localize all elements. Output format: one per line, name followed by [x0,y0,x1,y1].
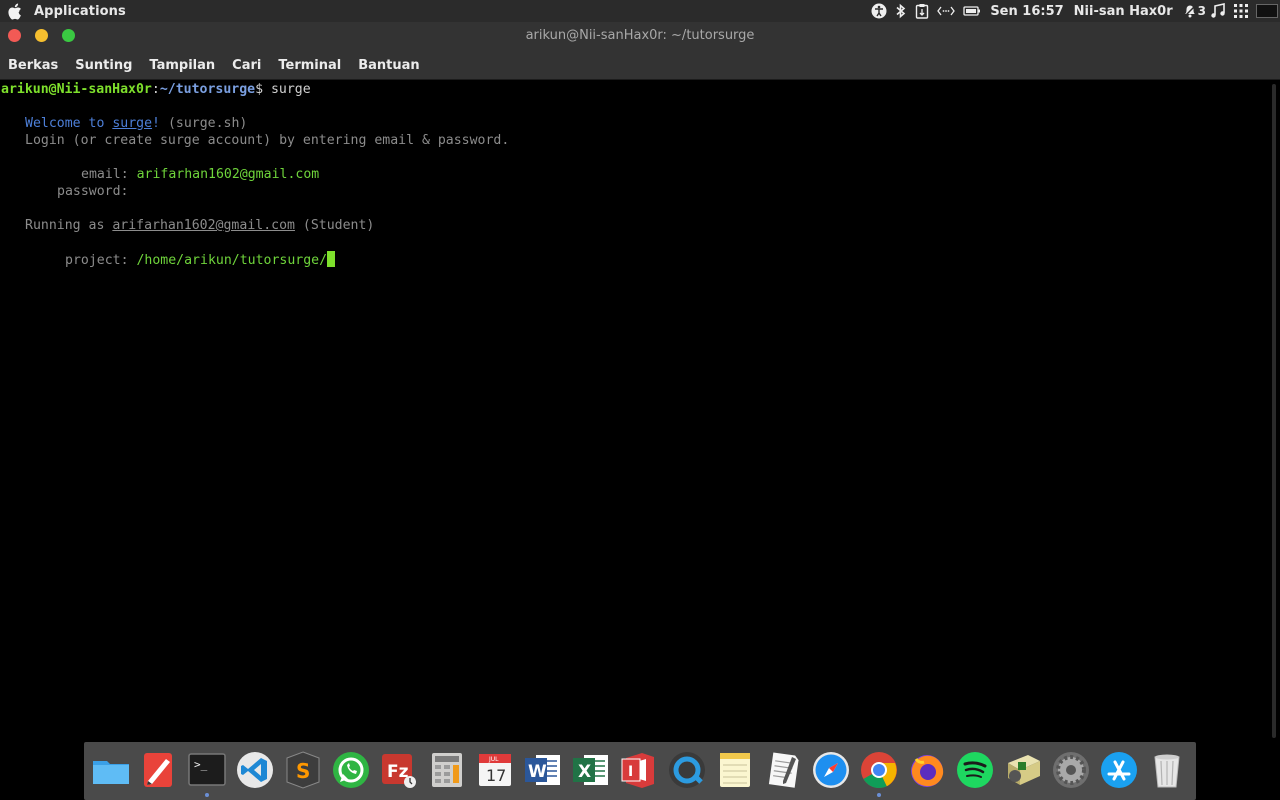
applications-menu[interactable]: Applications [34,4,126,19]
calendar-day: 17 [486,766,506,785]
running-suffix: (Student) [294,218,375,233]
surge-link[interactable]: surge [112,116,152,131]
clipboard-icon[interactable] [915,0,929,22]
system-top-bar: Applications Sen 16:57 Nii-san Hax0r 3 [0,0,1280,22]
running-prefix: Running as [25,218,113,233]
battery-icon[interactable] [963,0,981,22]
project-label: project: [65,253,129,268]
project-path-input[interactable]: /home/arikun/tutorsurge/ [136,253,327,268]
quicktime-icon[interactable] [666,749,708,791]
chrome-icon[interactable] [858,749,900,791]
running-email: arifarhan1602@gmail.com [112,218,295,233]
vscode-icon[interactable] [234,749,276,791]
svg-text:>_: >_ [194,758,208,771]
word-icon[interactable]: W [522,749,564,791]
menu-bantuan[interactable]: Bantuan [352,58,425,73]
chrome-running-indicator [877,793,881,797]
menu-sunting[interactable]: Sunting [69,58,138,73]
menu-cari[interactable]: Cari [226,58,267,73]
excel-icon[interactable]: X [570,749,612,791]
clock[interactable]: Sen 16:57 [990,4,1063,19]
whatsapp-icon[interactable] [330,749,372,791]
calendar-icon[interactable]: JUL 17 [474,749,516,791]
sketchbook-icon[interactable] [138,749,180,791]
project-line: project: /home/arikun/tutorsurge/ [65,251,336,268]
welcome-bang: ! [152,116,160,131]
filezilla-icon[interactable]: Fz [378,749,420,791]
text-editor-icon[interactable] [762,749,804,791]
command-text: surge [270,82,311,97]
workspace-icon[interactable] [1256,0,1278,22]
archive-manager-icon[interactable] [1002,749,1044,791]
welcome-prefix: Welcome to [25,116,113,131]
menu-tampilan[interactable]: Tampilan [143,58,221,73]
network-icon[interactable] [937,0,956,22]
prompt-user-host: arikun@Nii-sanHax0r [1,82,152,97]
menu-berkas[interactable]: Berkas [2,58,64,73]
email-value: arifarhan1602@gmail.com [136,167,320,182]
welcome-line: Welcome to surge! (surge.sh) [25,115,247,132]
safari-icon[interactable] [810,749,852,791]
files-icon[interactable] [90,749,132,791]
calculator-icon[interactable] [426,749,468,791]
svg-text:S: S [296,759,310,783]
svg-text:X: X [578,762,591,782]
notifications-icon[interactable] [1182,0,1198,22]
bluetooth-icon[interactable] [895,0,907,22]
terminal-icon[interactable]: >_ [186,749,228,791]
sublime-text-icon[interactable]: S [282,749,324,791]
window-title: arikun@Nii-sanHax0r: ~/tutorsurge [525,28,755,43]
text-cursor [327,251,336,267]
menu-terminal[interactable]: Terminal [272,58,347,73]
welcome-suffix: (surge.sh) [160,116,248,131]
spotify-icon[interactable] [954,749,996,791]
svg-text:I: I [628,764,633,780]
terminal-output[interactable]: arikun@Nii-sanHax0r:~/tutorsurge$ surge … [0,80,1280,742]
user-name[interactable]: Nii-san Hax0r [1074,4,1173,19]
terminal-running-indicator [205,793,209,797]
running-as-line: Running as arifarhan1602@gmail.com (Stud… [25,217,374,234]
trash-icon[interactable] [1146,749,1188,791]
notes-icon[interactable] [714,749,756,791]
email-line: email: arifarhan1602@gmail.com [81,166,319,183]
apple-logo-icon[interactable] [7,2,23,20]
accessibility-icon[interactable] [871,0,887,22]
prompt-symbol: $ [255,82,271,97]
dock: >_ S Fz JUL 17 W X I [84,742,1196,800]
window-title-bar[interactable]: arikun@Nii-sanHax0r: ~/tutorsurge [0,22,1280,52]
system-settings-icon[interactable] [1050,749,1092,791]
terminal-scrollbar[interactable] [1272,84,1276,738]
password-label: password: [57,184,129,199]
prompt-separator: : [151,82,160,97]
email-label: email: [81,167,129,182]
notification-count: 3 [1197,4,1206,18]
terminal-menu-bar: Berkas Sunting Tampilan Cari Terminal Ba… [0,52,1280,80]
app-store-icon[interactable] [1098,749,1140,791]
prompt-path: ~/tutorsurge [159,82,256,97]
music-icon[interactable] [1210,0,1226,22]
office-icon[interactable]: I [618,749,660,791]
prompt-line: arikun@Nii-sanHax0r:~/tutorsurge$ surge [1,81,311,98]
firefox-icon[interactable] [906,749,948,791]
app-grid-icon[interactable] [1234,0,1248,22]
svg-text:W: W [528,762,547,782]
calendar-month: JUL [488,756,499,763]
login-instructions: Login (or create surge account) by enter… [25,133,510,148]
